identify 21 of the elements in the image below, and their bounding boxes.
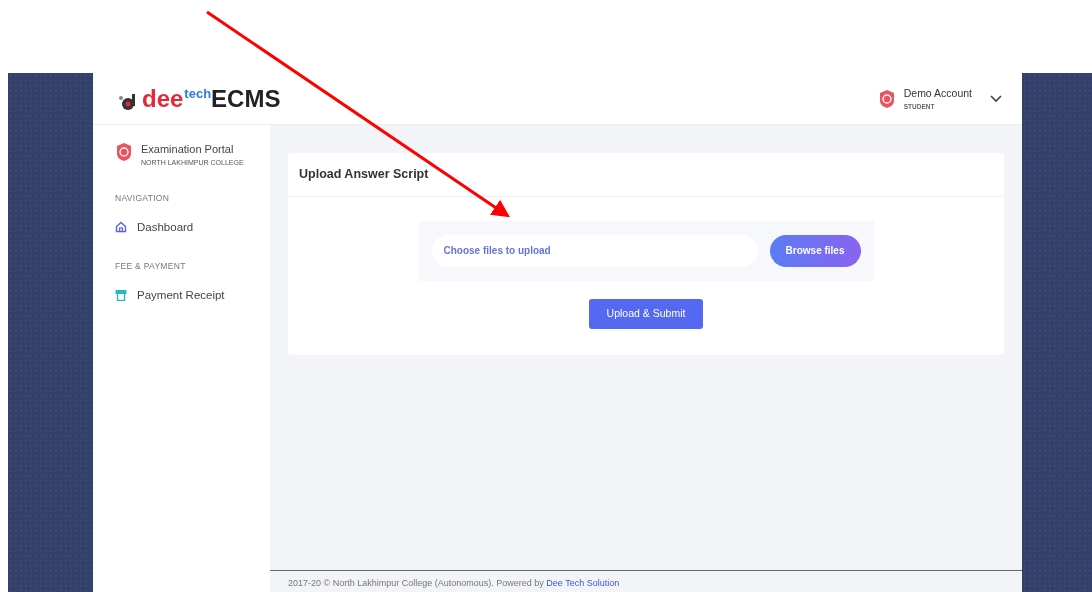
receipt-icon bbox=[115, 289, 127, 302]
logo-text: dee bbox=[142, 86, 184, 111]
user-name: Demo Account bbox=[903, 85, 972, 101]
footer-link[interactable]: Dee Tech Solution bbox=[546, 578, 620, 588]
sidebar-item[interactable]: Dashboard bbox=[137, 218, 194, 236]
section-heading: NAVIGATION bbox=[115, 192, 171, 205]
home-icon bbox=[115, 221, 127, 234]
logo-text: tech bbox=[184, 86, 212, 100]
card-title: Upload Answer Script bbox=[288, 153, 1004, 197]
section-heading: FEE & PAYMENT bbox=[115, 260, 187, 273]
emblem-icon bbox=[877, 88, 896, 109]
sidebar-item[interactable]: Payment Receipt bbox=[137, 286, 225, 304]
portal-title: Examination Portal bbox=[141, 142, 235, 157]
logo-text: ECMS bbox=[211, 86, 281, 111]
emblem-icon bbox=[115, 141, 133, 163]
footer-text: 2017-20 © North Lakhimpur College (Autonomous). Powered by bbox=[288, 578, 544, 588]
file-input-field[interactable]: Choose files to upload bbox=[431, 234, 758, 267]
browse-files-button[interactable]: Browse files bbox=[769, 234, 861, 267]
robot-logo-icon bbox=[118, 92, 138, 111]
upload-submit-button[interactable]: Upload & Submit bbox=[588, 298, 704, 329]
chevron-down-icon[interactable] bbox=[990, 94, 1002, 103]
